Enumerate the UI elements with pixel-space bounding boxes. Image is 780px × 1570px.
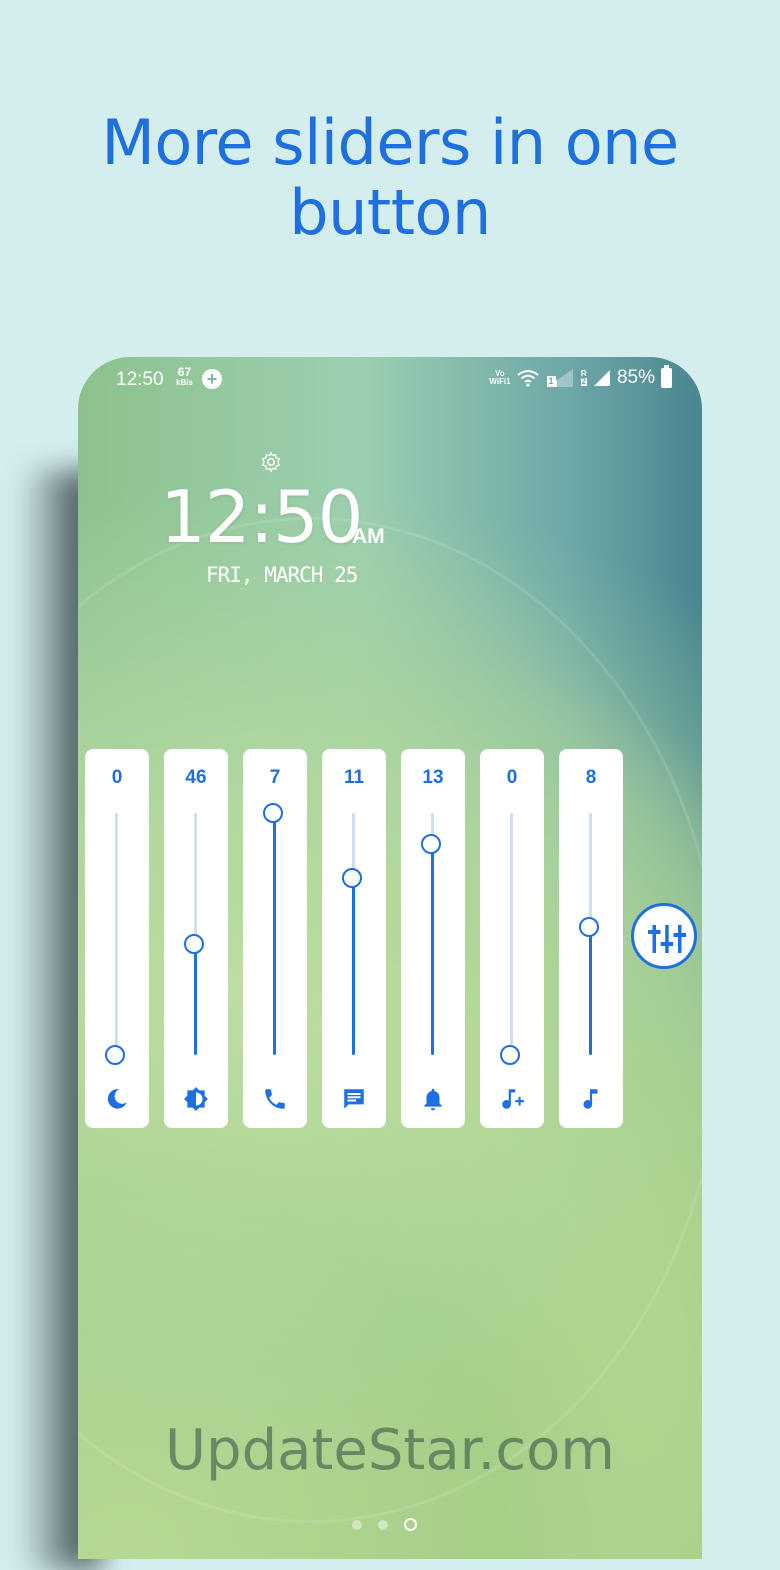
slider-thumb[interactable]: [579, 916, 599, 937]
slider-card-night-mode[interactable]: 0: [85, 749, 149, 1128]
ringtone-bell-icon: [424, 1088, 442, 1111]
slider-thumb[interactable]: [263, 803, 283, 823]
slider-card-message[interactable]: 11: [322, 749, 386, 1128]
slider-track[interactable]: [500, 813, 520, 1065]
page-dot[interactable]: [352, 1519, 362, 1530]
lockscreen-clock: 12:50: [160, 475, 363, 559]
slider-thumb[interactable]: [342, 868, 362, 889]
slider-value: 13: [422, 767, 444, 788]
lockscreen-date: FRI, MARCH 25: [206, 563, 358, 587]
status-bar: 12:50 67 kB/s + Vo WiFi1 1 R 2 85%: [78, 357, 702, 401]
sim2-signal-icon: [593, 370, 610, 386]
slider-track[interactable]: [342, 813, 362, 1055]
lockscreen-ampm: AM: [352, 525, 385, 548]
slider-thumb[interactable]: [184, 933, 204, 954]
brightness-icon: [184, 1087, 208, 1111]
network-speed: 67 kB/s: [176, 365, 193, 387]
slider-track[interactable]: [579, 813, 599, 1055]
phone-screen: 12:50 67 kB/s + Vo WiFi1 1 R 2 85% 12:50…: [78, 357, 702, 1559]
slider-card-call[interactable]: 7: [243, 749, 307, 1128]
headline-line-1: More sliders in one: [101, 106, 679, 179]
slider-card-music[interactable]: 8: [559, 749, 623, 1128]
night-mode-icon: [107, 1089, 127, 1109]
slider-thumb[interactable]: [421, 834, 441, 855]
slider-value: 11: [343, 767, 365, 788]
slider-value: 7: [269, 767, 281, 788]
headline: More sliders in one button: [0, 108, 780, 248]
sim1-signal-icon: 1: [545, 368, 575, 388]
slider-value: 46: [185, 767, 207, 788]
slider-card-media-add[interactable]: 0: [480, 749, 544, 1128]
slider-thumb[interactable]: [500, 1045, 520, 1065]
equalizer-icon: [648, 925, 686, 953]
slider-track[interactable]: [421, 813, 441, 1055]
page-dot-active[interactable]: [404, 1518, 417, 1531]
slider-card-brightness[interactable]: 46: [164, 749, 228, 1128]
page-dot[interactable]: [378, 1519, 388, 1530]
slider-thumb[interactable]: [105, 1045, 125, 1065]
status-time: 12:50: [116, 369, 164, 390]
battery-percent: 85%: [616, 367, 655, 388]
sim2-label: R 2: [580, 369, 587, 386]
status-icons: Vo WiFi1 1 R 2 85%: [489, 365, 672, 389]
plus-circle-icon: +: [202, 369, 222, 389]
message-icon: [344, 1089, 364, 1109]
sliders-toggle-button[interactable]: [631, 903, 697, 969]
call-icon: [265, 1089, 285, 1109]
battery-icon: [661, 365, 672, 388]
slider-value: 0: [111, 767, 123, 788]
slider-track[interactable]: [105, 813, 125, 1065]
vowifi-icon: Vo WiFi1: [489, 369, 511, 386]
slider-value: 8: [585, 767, 597, 788]
slider-track[interactable]: [184, 813, 204, 1055]
watermark: UpdateStar.com: [165, 1418, 615, 1483]
page-indicator: [352, 1518, 417, 1531]
headline-line-2: button: [289, 176, 491, 249]
wifi-icon: [516, 370, 539, 387]
gear-icon[interactable]: [260, 451, 282, 473]
music-icon: [583, 1089, 598, 1109]
media-add-icon: [502, 1089, 524, 1109]
slider-track[interactable]: [263, 803, 283, 1055]
slider-card-ringtone[interactable]: 13: [401, 749, 465, 1128]
slider-value: 0: [506, 767, 518, 788]
